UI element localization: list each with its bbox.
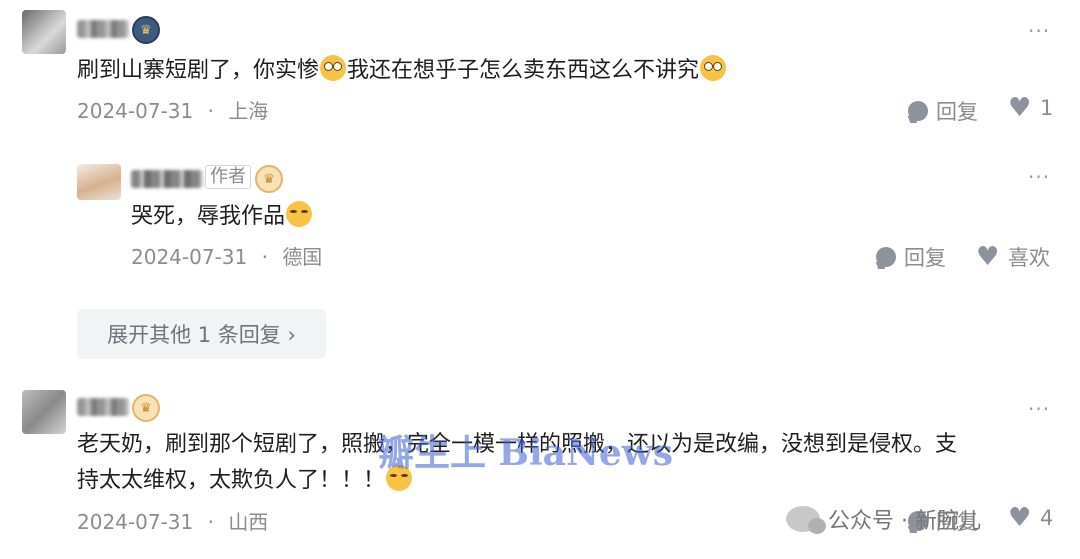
reply-label: 回复 <box>904 246 946 270</box>
comment-meta: 2024-07-31 · 德国 <box>131 241 322 270</box>
avatar[interactable] <box>22 10 66 54</box>
username-blurred[interactable] <box>77 20 129 38</box>
meta-separator: · <box>207 99 214 123</box>
wechat-label: 公众号 · 新腕儿 <box>828 509 981 534</box>
crown-badge-icon: ♛ <box>255 165 283 193</box>
like-button[interactable]: ♥ 1 <box>1008 93 1054 123</box>
heart-icon: ♥ <box>976 242 1000 272</box>
comment-text-part: 刷到山寨短剧了，你实惨 <box>77 58 320 83</box>
author-tag: 作者 <box>205 165 251 189</box>
like-count: 4 <box>1040 506 1054 530</box>
more-options-icon[interactable]: ··· <box>1028 167 1050 187</box>
wechat-account-watermark: 公众号 · 新腕儿 <box>786 503 981 535</box>
like-button[interactable]: ♥ 4 <box>1008 503 1054 533</box>
crown-badge-icon: ♛ <box>132 394 160 422</box>
comment-text-line: 持太太维权，太欺负人了！！！ <box>77 465 413 496</box>
comment-meta: 2024-07-31 · 上海 <box>77 95 268 124</box>
comment-location: 上海 <box>228 99 269 123</box>
watermark-text: 瓣生上 BiaNews <box>378 432 674 474</box>
comment-text-part: 持太太维权，太欺负人了！！！ <box>77 468 386 493</box>
reply-button[interactable]: 回复 <box>908 96 978 126</box>
flushed-emoji-icon <box>700 55 727 81</box>
reply-label: 回复 <box>936 100 978 124</box>
meta-separator: · <box>207 510 214 534</box>
like-count: 1 <box>1040 96 1054 120</box>
avatar[interactable] <box>22 390 66 434</box>
comment-text-part: 哭死，辱我作品 <box>131 204 286 229</box>
username-blurred[interactable] <box>77 398 129 416</box>
comment-location: 山西 <box>228 510 269 534</box>
username-blurred[interactable] <box>131 170 203 188</box>
like-button[interactable]: ♥ 喜欢 <box>976 242 1050 272</box>
heart-icon: ♥ <box>1008 93 1032 123</box>
comment-date: 2024-07-31 <box>77 510 194 534</box>
comment-text: 哭死，辱我作品 <box>131 201 313 232</box>
reply-button[interactable]: 回复 <box>876 242 946 272</box>
like-label: 喜欢 <box>1008 246 1050 270</box>
meta-separator: · <box>261 245 268 269</box>
crying-emoji-icon <box>286 201 313 227</box>
more-options-icon[interactable]: ··· <box>1028 21 1050 41</box>
reply-bubble-icon <box>876 247 896 267</box>
comment-location: 德国 <box>282 245 323 269</box>
wechat-icon <box>786 506 826 534</box>
expand-replies-button[interactable]: 展开其他 1 条回复 › <box>77 309 326 359</box>
comment-meta: 2024-07-31 · 山西 <box>77 506 268 535</box>
heart-icon: ♥ <box>1008 503 1032 533</box>
avatar[interactable] <box>77 164 121 200</box>
more-options-icon[interactable]: ··· <box>1028 399 1050 419</box>
comment-text: 刷到山寨短剧了，你实惨 我还在想乎子怎么卖东西这么不讲究 <box>77 55 727 86</box>
crown-badge-icon: ♛ <box>132 16 160 44</box>
comment-date: 2024-07-31 <box>131 245 248 269</box>
comment-text-part: 我还在想乎子怎么卖东西这么不讲究 <box>347 58 700 83</box>
comment-date: 2024-07-31 <box>77 99 194 123</box>
reply-bubble-icon <box>908 101 928 121</box>
flushed-emoji-icon <box>320 55 347 81</box>
